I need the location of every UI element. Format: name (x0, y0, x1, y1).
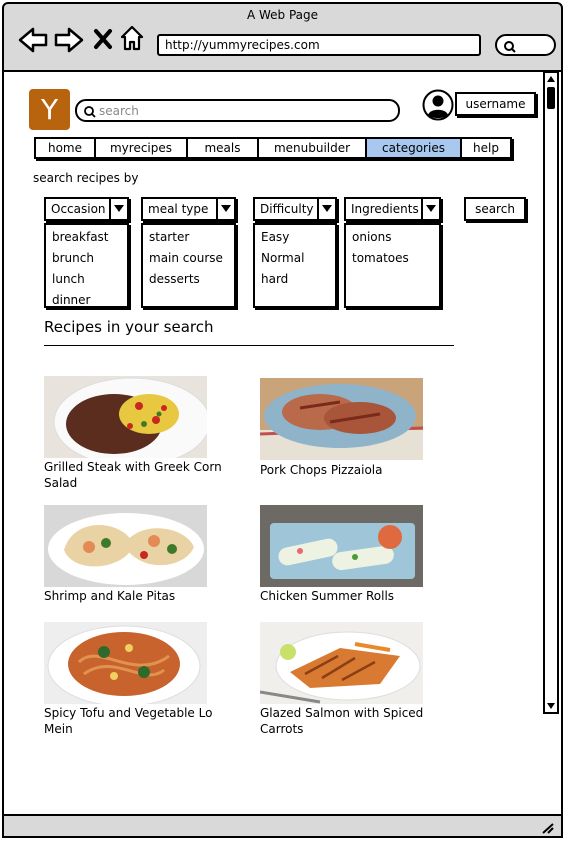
chevron-down-icon (114, 205, 124, 212)
user-avatar-icon[interactable] (422, 89, 454, 121)
list-item[interactable]: main course (149, 248, 234, 269)
search-icon (84, 106, 96, 118)
close-icon[interactable] (93, 28, 113, 50)
glazed-salmon-photo[interactable] (260, 622, 423, 704)
tab-myrecipes[interactable]: myrecipes (96, 139, 188, 157)
chevron-down-icon (221, 205, 231, 212)
browser-window: A Web Page http://yummyrecipes.com Y sea… (0, 0, 565, 841)
browser-status-bar (2, 814, 563, 838)
search-icon (504, 41, 516, 53)
list-item[interactable]: lunch (52, 269, 127, 290)
recipe-title[interactable]: Spicy Tofu and Vegetable Lo Mein (44, 705, 234, 737)
chevron-down-icon (426, 205, 436, 212)
list-item[interactable]: breakfast (52, 227, 127, 248)
search-input[interactable] (97, 102, 387, 119)
occasion-options-list: breakfast brunch lunch dinner (44, 223, 129, 308)
pork-chops-photo[interactable] (260, 378, 423, 460)
steak-corn-salad-photo[interactable] (44, 376, 207, 458)
list-item[interactable]: starter (149, 227, 234, 248)
browser-search-field[interactable] (495, 34, 556, 56)
search-by-label: search recipes by (33, 171, 139, 185)
meal-type-options-list: starter main course desserts (141, 223, 236, 308)
back-arrow-icon[interactable] (17, 26, 49, 54)
dropdown-label: Occasion (51, 202, 106, 216)
ingredients-options-list: onions tomatoes (344, 223, 441, 308)
resize-grip-icon[interactable] (541, 822, 555, 834)
divider (44, 345, 454, 346)
window-title: A Web Page (246, 8, 319, 22)
recipe-title[interactable]: Shrimp and Kale Pitas (44, 588, 234, 604)
home-icon[interactable] (119, 24, 145, 52)
list-item[interactable]: dinner (52, 290, 127, 311)
list-item[interactable]: desserts (149, 269, 234, 290)
browser-toolbar: A Web Page http://yummyrecipes.com (2, 2, 563, 72)
dropdown-arrow[interactable] (317, 199, 335, 219)
difficulty-dropdown[interactable]: Difficulty (253, 197, 337, 221)
tab-home[interactable]: home (36, 139, 96, 157)
list-item[interactable]: brunch (52, 248, 127, 269)
shrimp-pitas-photo[interactable] (44, 505, 207, 587)
list-item[interactable]: onions (352, 227, 439, 248)
list-item[interactable]: tomatoes (352, 248, 439, 269)
scroll-up-icon[interactable] (545, 73, 557, 85)
vertical-scrollbar[interactable] (543, 71, 559, 714)
address-bar[interactable]: http://yummyrecipes.com (157, 34, 481, 56)
chevron-down-icon (322, 205, 332, 212)
dropdown-arrow[interactable] (109, 199, 127, 219)
tab-help[interactable]: help (462, 139, 510, 157)
site-logo[interactable]: Y (29, 89, 70, 130)
recipe-title[interactable]: Grilled Steak with Greek Corn Salad (44, 459, 234, 491)
tab-categories[interactable]: categories (367, 139, 462, 157)
tab-menubuilder[interactable]: menubuilder (259, 139, 367, 157)
recipe-title[interactable]: Chicken Summer Rolls (260, 588, 450, 604)
scroll-thumb[interactable] (547, 87, 555, 109)
forward-arrow-icon[interactable] (53, 26, 85, 54)
ingredients-dropdown[interactable]: Ingredients (344, 197, 441, 221)
meal-type-dropdown[interactable]: meal type (141, 197, 236, 221)
list-item[interactable]: hard (261, 269, 335, 290)
list-item[interactable]: Easy (261, 227, 335, 248)
main-nav-tabs: home myrecipes meals menubuilder categor… (34, 137, 512, 159)
list-item[interactable]: Normal (261, 248, 335, 269)
recipe-title[interactable]: Glazed Salmon with Spiced Carrots (260, 705, 450, 737)
results-heading: Recipes in your search (44, 318, 214, 336)
recipe-title[interactable]: Pork Chops Pizzaiola (260, 462, 450, 478)
difficulty-options-list: Easy Normal hard (253, 223, 337, 308)
tab-meals[interactable]: meals (188, 139, 259, 157)
dropdown-arrow[interactable] (421, 199, 439, 219)
lo-mein-photo[interactable] (44, 622, 207, 704)
dropdown-label: meal type (148, 202, 209, 216)
scroll-down-icon[interactable] (545, 700, 557, 712)
dropdown-label: Difficulty (260, 202, 314, 216)
occasion-dropdown[interactable]: Occasion (44, 197, 129, 221)
site-search-bar[interactable] (75, 99, 400, 122)
summer-rolls-photo[interactable] (260, 505, 423, 587)
username-button[interactable]: username (455, 92, 536, 116)
dropdown-label: Ingredients (351, 202, 419, 216)
dropdown-arrow[interactable] (216, 199, 234, 219)
search-button[interactable]: search (464, 197, 526, 221)
